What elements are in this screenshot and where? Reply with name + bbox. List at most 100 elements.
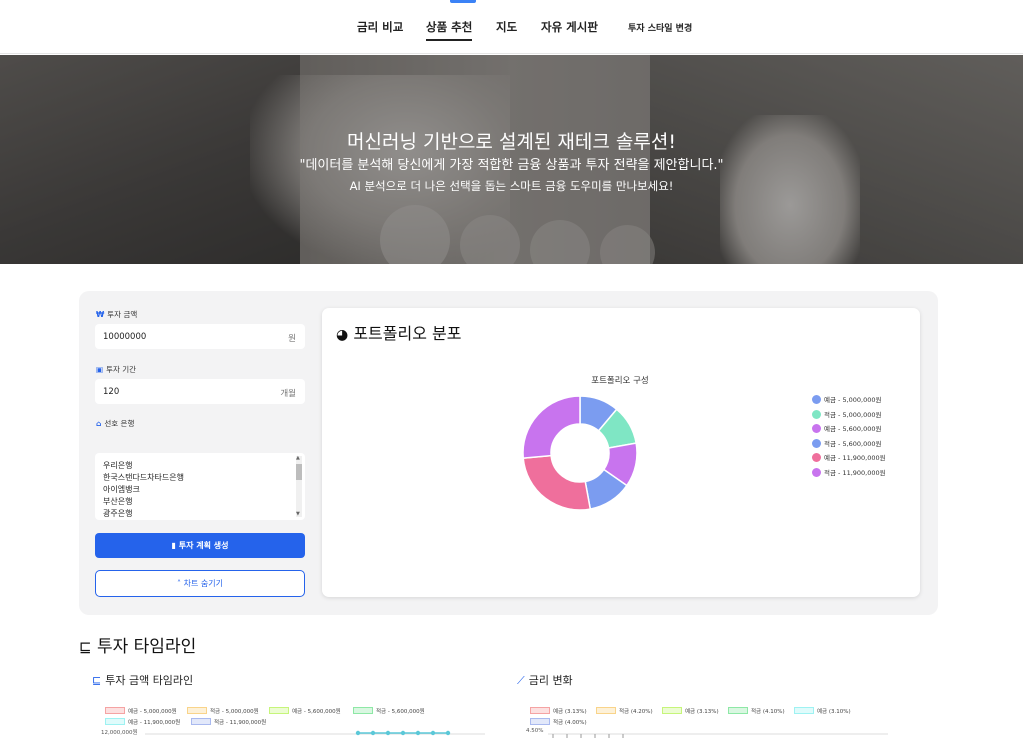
legend-item[interactable]: 예금 - 5,000,000원	[105, 707, 177, 715]
legend-item[interactable]: 적금 (4.00%)	[530, 718, 587, 726]
legend-item[interactable]: 예금 - 5,600,000원	[269, 707, 341, 715]
period-label: ▣ 투자 기간	[96, 364, 136, 375]
legend-item[interactable]: 예금 - 11,900,000원	[812, 452, 886, 463]
legend-item[interactable]: 적금 - 5,600,000원	[812, 438, 882, 448]
legend-item[interactable]: 적금 (4.20%)	[596, 707, 653, 715]
legend-item[interactable]: 적금 - 5,600,000원	[353, 707, 425, 715]
legend-item[interactable]: 적금 - 5,000,000원	[187, 707, 259, 715]
legend-item[interactable]: 예금 (3.13%)	[662, 707, 719, 715]
legend-item[interactable]: 적금 (4.10%)	[728, 707, 785, 715]
generate-plan-label: 투자 계획 생성	[178, 541, 229, 550]
legend-swatch	[812, 395, 821, 404]
period-label-text: 투자 기간	[106, 365, 137, 374]
scroll-down-icon[interactable]: ▼	[296, 511, 300, 517]
portfolio-title-text: 포트폴리오 분포	[353, 324, 462, 343]
data-point[interactable]	[400, 730, 406, 736]
legend-label: 적금 - 11,900,000원	[214, 720, 267, 726]
donut-slice[interactable]	[522, 395, 581, 459]
amount-timeline-chart	[145, 730, 485, 736]
legend-label: 적금 - 11,900,000원	[824, 469, 886, 477]
timeline-section-title: ⊑ 투자 타임라인	[79, 632, 196, 657]
bank-option[interactable]: 부산은행	[103, 496, 132, 507]
data-point[interactable]	[385, 730, 391, 736]
legend-item[interactable]: 적금 - 11,900,000원	[191, 718, 266, 726]
legend-swatch	[662, 707, 682, 714]
legend-item[interactable]: 예금 - 5,000,000원	[812, 394, 882, 404]
hero-banner: 머신러닝 기반으로 설계된 재테크 솔루션! "데이터를 분석해 당신에게 가장…	[0, 55, 1023, 264]
rate-change-title: ⟋ 금리 변화	[517, 672, 573, 688]
timeline-icon: ⊑	[79, 638, 92, 656]
data-point[interactable]	[430, 730, 436, 736]
nav-item-change-style[interactable]: 투자 스타일 변경	[628, 21, 692, 34]
amount-unit: 원	[288, 334, 296, 344]
won-icon: ₩	[96, 310, 105, 319]
data-point[interactable]	[370, 730, 376, 736]
nav-item-free-board[interactable]: 자유 게시판	[541, 19, 598, 35]
line-chart-icon: ⟋	[517, 674, 525, 687]
nav-indicator	[450, 0, 476, 3]
amount-input[interactable]: 10000000 원	[95, 324, 305, 349]
legend-swatch	[269, 707, 289, 714]
legend-label: 예금 - 5,600,000원	[824, 425, 882, 434]
data-point[interactable]	[415, 730, 421, 736]
legend-swatch	[812, 468, 821, 477]
legend-swatch	[812, 409, 821, 419]
generate-plan-button[interactable]: ▮ 투자 계획 생성	[95, 533, 305, 558]
legend-swatch	[812, 438, 821, 448]
legend-label: 예금 - 5,600,000원	[292, 709, 341, 715]
legend-item[interactable]: 예금 - 11,900,000원	[105, 718, 180, 726]
portfolio-donut-chart	[522, 395, 638, 511]
period-unit: 개월	[280, 389, 296, 399]
legend-item[interactable]: 적금 - 5,000,000원	[812, 409, 882, 419]
legend-label: 적금 - 5,600,000원	[376, 709, 425, 715]
calculator-icon: ▮	[171, 541, 179, 550]
amount-label: ₩ 투자 금액	[96, 309, 137, 320]
bank-option[interactable]: 우리은행	[103, 460, 132, 471]
top-nav: 금리 비교 상품 추천 지도 자유 게시판 투자 스타일 변경	[0, 0, 1023, 54]
calendar-icon: ▣	[96, 365, 104, 374]
legend-label: 적금 (4.20%)	[619, 709, 653, 715]
nav-item-rate-compare[interactable]: 금리 비교	[357, 19, 403, 35]
legend-label: 예금 (3.13%)	[553, 709, 587, 715]
amount-timeline-title-text: 투자 금액 타임라인	[105, 674, 194, 687]
legend-swatch	[530, 707, 550, 714]
portfolio-title: ◕ 포트폴리오 분포	[336, 320, 461, 344]
legend-item[interactable]: 예금 - 5,600,000원	[812, 423, 882, 434]
legend-label: 예금 (3.10%)	[817, 709, 851, 715]
bank-list-scrollbar[interactable]: ▲ ▼	[296, 455, 302, 517]
nav-item-product-recommend[interactable]: 상품 추천	[426, 19, 473, 41]
legend-item[interactable]: 적금 - 11,900,000원	[812, 467, 886, 477]
timeline-icon: ⊑	[92, 674, 102, 687]
legend-item[interactable]: 예금 (3.10%)	[794, 707, 851, 715]
data-point[interactable]	[355, 730, 361, 736]
bank-option[interactable]: 아이엠뱅크	[103, 484, 140, 495]
hide-chart-label: 차트 숨기기	[183, 579, 223, 588]
legend-swatch	[728, 707, 748, 714]
bank-option[interactable]: 한국스탠다드차타드은행	[103, 472, 184, 483]
legend-swatch	[812, 424, 821, 434]
hide-chart-button[interactable]: ˄ 차트 숨기기	[95, 570, 305, 597]
scrollbar-thumb[interactable]	[296, 464, 302, 480]
period-value: 120	[103, 387, 120, 397]
rate-y-tick: 4.50%	[526, 728, 544, 734]
legend-swatch	[105, 718, 125, 725]
nav-item-map[interactable]: 지도	[496, 19, 517, 35]
legend-item[interactable]: 예금 (3.13%)	[530, 707, 587, 715]
legend-swatch	[794, 707, 814, 714]
bank-select-list[interactable]: 우리은행 한국스탠다드차타드은행 아이엠뱅크 부산은행 광주은행 ▲ ▼	[95, 453, 305, 520]
legend-label: 예금 - 11,900,000원	[824, 454, 886, 463]
period-input[interactable]: 120 개월	[95, 379, 305, 404]
donut-slice[interactable]	[522, 454, 592, 511]
legend-label: 적금 (4.10%)	[751, 709, 785, 715]
legend-label: 예금 - 5,000,000원	[128, 709, 177, 715]
timeline-title-text: 투자 타임라인	[96, 637, 197, 657]
scroll-up-icon[interactable]: ▲	[296, 455, 300, 461]
legend-label: 적금 - 5,000,000원	[824, 410, 882, 419]
legend-swatch	[812, 453, 821, 463]
bank-option[interactable]: 광주은행	[103, 508, 132, 519]
hero-tagline: AI 분석으로 더 나은 선택을 돕는 스마트 금융 도우미를 만나보세요!	[349, 179, 674, 193]
data-point[interactable]	[445, 730, 451, 736]
legend-swatch	[191, 718, 211, 725]
hero-subtitle: "데이터를 분석해 당신에게 가장 적합한 금융 상품과 투자 전략을 제안합니…	[299, 158, 724, 173]
legend-label: 적금 (4.00%)	[553, 720, 587, 726]
